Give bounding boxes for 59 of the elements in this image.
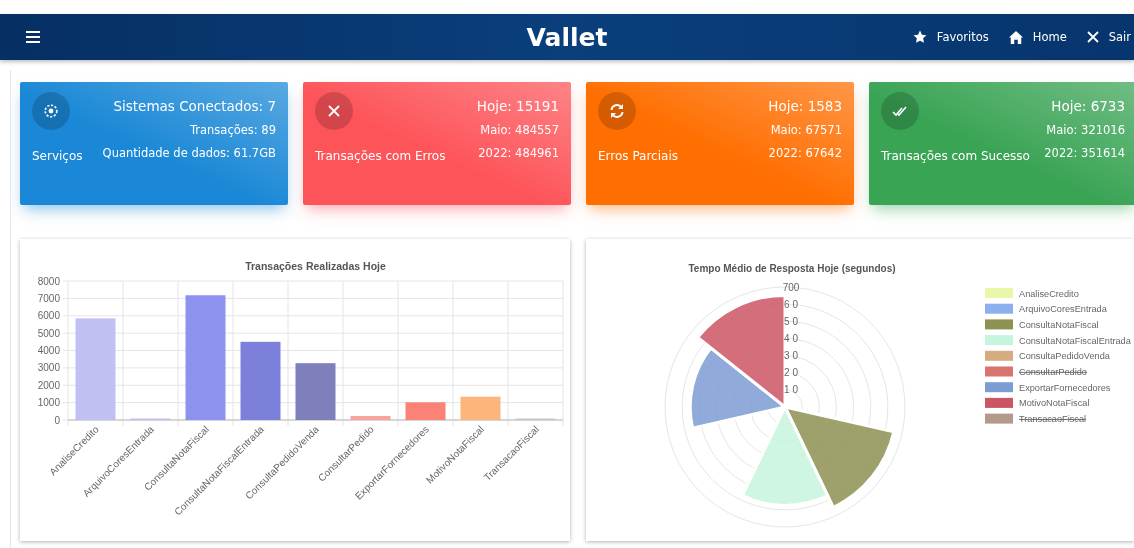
axis-label: 4 0 [784, 332, 798, 344]
close-icon [1086, 31, 1099, 43]
stat-text: Hoje: 6733 [1051, 98, 1125, 114]
axis-label: 700 [782, 281, 800, 293]
legend-item[interactable]: ArquivoCoresEntrada [985, 303, 1107, 315]
card-label: Erros Parciais [598, 149, 678, 163]
axis-label: 6 0 [784, 298, 798, 310]
bar [295, 363, 336, 420]
bar [460, 396, 501, 420]
legend-item[interactable]: AnaliseCredito [985, 288, 1079, 299]
chart-title: Tempo Médio de Resposta Hoje (segundos) [688, 263, 896, 274]
star-icon [912, 30, 927, 44]
axis-label: 8000 [37, 275, 60, 287]
home-icon [1008, 30, 1023, 44]
stat-text: Maio: 67571 [770, 123, 842, 137]
axis-label: 3 0 [784, 350, 798, 362]
axis-label: 5000 [37, 327, 60, 339]
bar [405, 402, 446, 420]
axis-label: 2 0 [784, 367, 798, 379]
legend-item[interactable]: TransacaoFiscal [985, 413, 1087, 425]
refresh-icon [609, 103, 625, 119]
stat-text: 2022: 484961 [478, 146, 559, 160]
close-icon [328, 105, 340, 117]
nav-link[interactable]: Home [1008, 30, 1067, 44]
double-check-icon [892, 105, 908, 117]
stat-text: 2022: 351614 [1044, 146, 1125, 160]
card-label: Transações com Sucesso [881, 149, 1030, 163]
legend-item[interactable]: ConsultaNotaFiscalEntrada [985, 335, 1131, 346]
menu-icon[interactable] [26, 31, 40, 43]
stat-text: Maio: 321016 [1046, 123, 1125, 137]
axis-label: 7000 [37, 292, 60, 304]
bar [350, 416, 391, 420]
legend-item[interactable]: MotivoNotaFiscal [985, 397, 1090, 409]
stat-text: Hoje: 1583 [768, 98, 842, 114]
axis-label: 4000 [37, 345, 60, 356]
card-label: Serviços [32, 149, 83, 163]
axis-label: 1000 [37, 397, 60, 409]
stat-text: Sistemas Conectados: 7 [113, 98, 276, 114]
nav-link[interactable]: Sair [1086, 30, 1131, 44]
target-icon [44, 104, 58, 118]
axis-label: 1 0 [784, 384, 798, 396]
legend-item[interactable]: ConsultaPedidoVenda [985, 350, 1110, 362]
nav-link[interactable]: Favoritos [912, 30, 989, 44]
chart-title: Transações Realizadas Hoje [245, 260, 386, 272]
axis-label: 3000 [37, 362, 60, 374]
axis-label: 5 0 [784, 315, 798, 327]
axis-label: 0 [54, 414, 60, 426]
stat-text: Quantidade de dados: 61.7GB [102, 146, 276, 160]
stat-text: Maio: 484557 [480, 123, 559, 137]
legend-item[interactable]: ConsultarPedido [985, 366, 1087, 377]
app-title: Vallet [526, 22, 608, 52]
legend-item[interactable]: ConsultaNotaFiscal [985, 319, 1099, 330]
stat-text: Hoje: 15191 [476, 98, 559, 114]
axis-label: 6000 [37, 310, 60, 322]
axis-label: 2000 [37, 379, 60, 391]
stat-text: Transações: 89 [189, 123, 276, 137]
stat-text: 2022: 67642 [768, 146, 842, 160]
card-label: Transações com Erros [315, 149, 446, 163]
legend-item[interactable]: ExportarFornecedores [985, 382, 1111, 393]
